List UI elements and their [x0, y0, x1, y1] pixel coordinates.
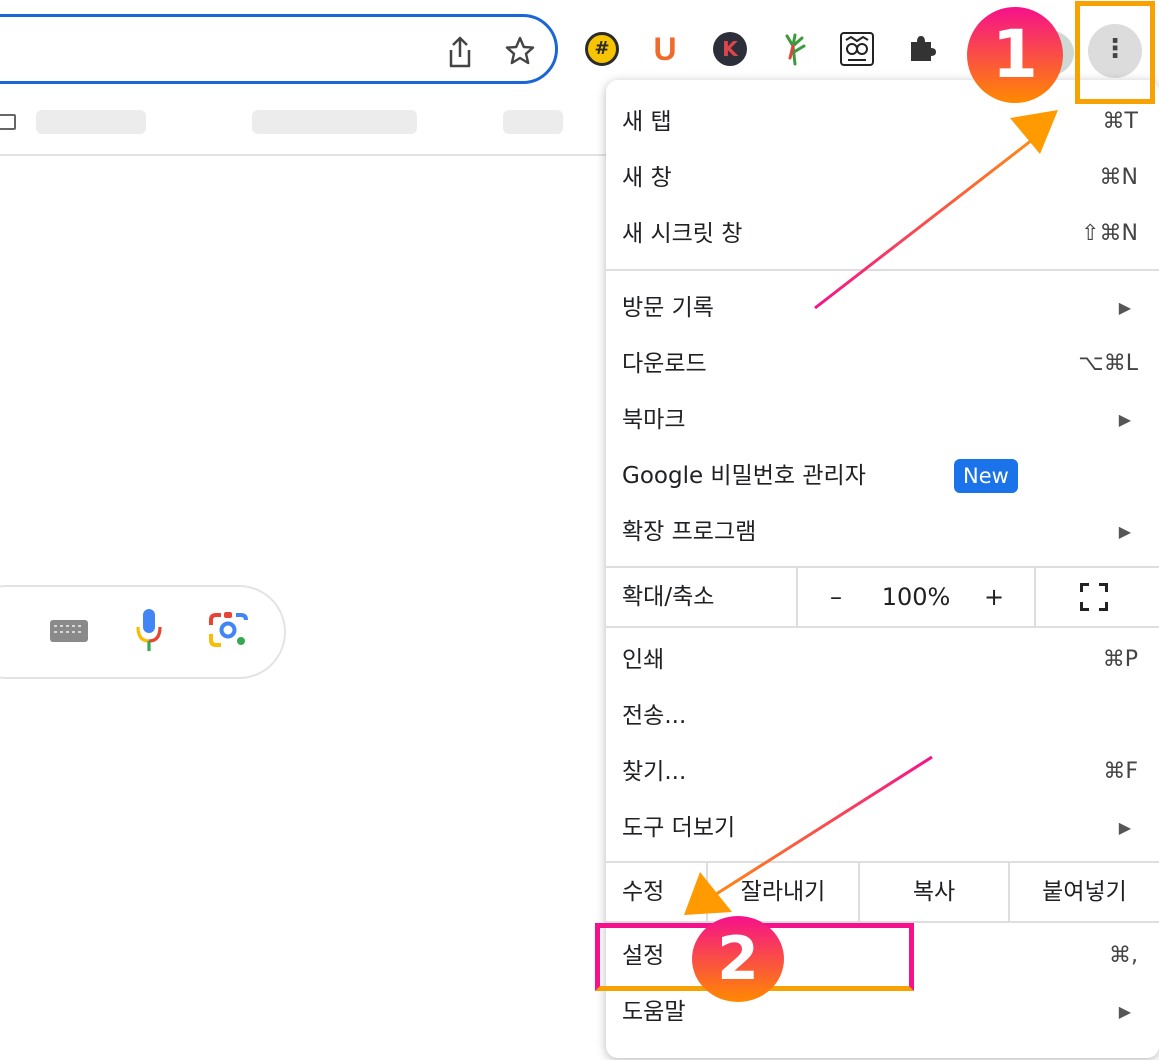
menu-item-more-tools[interactable]: 도구 더보기 ▶	[606, 800, 1159, 856]
fullscreen-icon[interactable]	[1080, 583, 1108, 611]
zoom-out-button[interactable]: –	[816, 568, 856, 626]
menu-item-label: 북마크	[622, 392, 685, 448]
menu-item-bookmarks[interactable]: 북마크 ▶	[606, 392, 1159, 448]
edit-label: 수정	[622, 863, 664, 921]
submenu-arrow-icon: ▶	[1119, 984, 1131, 1040]
puzzle-extensions-icon[interactable]	[904, 32, 938, 66]
menu-item-print[interactable]: 인쇄 ⌘P	[606, 632, 1159, 688]
menu-item-label: 도움말	[622, 984, 685, 1040]
shortcut-label: ⌘P	[1103, 632, 1138, 688]
zoom-row: 확대/축소 – 100% +	[606, 568, 1159, 626]
u-extension-icon[interactable]: U	[648, 32, 682, 66]
k-extension-icon[interactable]: K	[713, 32, 747, 66]
submenu-arrow-icon: ▶	[1119, 280, 1131, 336]
submenu-arrow-icon: ▶	[1119, 504, 1131, 560]
menu-item-extensions[interactable]: 확장 프로그램 ▶	[606, 504, 1159, 560]
bookmark-item[interactable]	[252, 110, 417, 134]
menu-item-find[interactable]: 찾기... ⌘F	[606, 744, 1159, 800]
shortcut-label: ⌘F	[1103, 744, 1138, 800]
menu-item-label: 확장 프로그램	[622, 504, 756, 560]
zoom-divider	[796, 568, 798, 626]
menu-item-password-manager[interactable]: Google 비밀번호 관리자 New	[606, 448, 1159, 504]
menu-item-label: 새 시크릿 창	[622, 206, 742, 262]
highlight-box-menu-button	[1075, 1, 1155, 104]
share-icon[interactable]	[443, 35, 477, 69]
address-bar[interactable]	[0, 14, 558, 84]
shortcut-label: ⌥⌘L	[1078, 336, 1138, 392]
cut-button[interactable]: 잘라내기	[708, 863, 858, 921]
paste-button[interactable]: 붙여넣기	[1010, 863, 1159, 921]
menu-divider	[606, 269, 1159, 271]
menu-item-label: 찾기...	[622, 744, 686, 800]
shortcut-label: ⌘,	[1109, 928, 1138, 984]
menu-item-help[interactable]: 도움말 ▶	[606, 984, 1159, 1040]
copy-button[interactable]: 복사	[860, 863, 1008, 921]
menu-item-label: 전송...	[622, 688, 686, 744]
menu-item-new-window[interactable]: 새 창 ⌘N	[606, 150, 1159, 206]
submenu-arrow-icon: ▶	[1119, 800, 1131, 856]
bookmark-item[interactable]	[36, 110, 146, 134]
folder-icon[interactable]	[0, 114, 16, 130]
zoom-divider	[1034, 568, 1036, 626]
menu-item-label: 방문 기록	[622, 280, 714, 336]
menu-item-label: 다운로드	[622, 336, 707, 392]
shortcut-label: ⌘N	[1100, 150, 1138, 206]
chrome-main-menu: 새 탭 ⌘T 새 창 ⌘N 새 시크릿 창 ⇧⌘N 방문 기록 ▶ 다운로드 ⌥…	[606, 80, 1159, 1058]
google-lens-icon[interactable]	[208, 610, 250, 650]
menu-item-label: Google 비밀번호 관리자	[622, 448, 866, 504]
zoom-in-button[interactable]: +	[974, 568, 1014, 626]
step-1-badge: 1	[967, 7, 1063, 103]
keyboard-icon[interactable]	[50, 620, 88, 642]
menu-item-history[interactable]: 방문 기록 ▶	[606, 280, 1159, 336]
hash-extension-icon[interactable]: #	[585, 32, 619, 66]
step-2-badge: 2	[692, 916, 784, 1002]
owl-extension-icon[interactable]	[840, 32, 874, 66]
shortcut-label: ⇧⌘N	[1081, 206, 1138, 262]
menu-item-downloads[interactable]: 다운로드 ⌥⌘L	[606, 336, 1159, 392]
menu-divider	[606, 626, 1159, 628]
star-icon[interactable]	[503, 35, 537, 69]
leaf-extension-icon[interactable]	[778, 32, 812, 66]
menu-item-incognito[interactable]: 새 시크릿 창 ⇧⌘N	[606, 206, 1159, 262]
menu-item-label: 도구 더보기	[622, 800, 735, 856]
edit-row: 수정 잘라내기 복사 붙여넣기	[606, 863, 1159, 921]
zoom-label: 확대/축소	[622, 568, 714, 626]
menu-item-label: 새 탭	[622, 94, 672, 150]
menu-item-cast[interactable]: 전송...	[606, 688, 1159, 744]
bookmarks-bar	[0, 90, 620, 156]
submenu-arrow-icon: ▶	[1119, 392, 1131, 448]
bookmark-item[interactable]	[503, 110, 563, 134]
new-badge: New	[954, 459, 1018, 493]
zoom-level: 100%	[868, 568, 964, 626]
menu-item-label: 인쇄	[622, 632, 664, 688]
menu-item-label: 새 창	[622, 150, 672, 206]
microphone-icon[interactable]	[136, 608, 162, 652]
